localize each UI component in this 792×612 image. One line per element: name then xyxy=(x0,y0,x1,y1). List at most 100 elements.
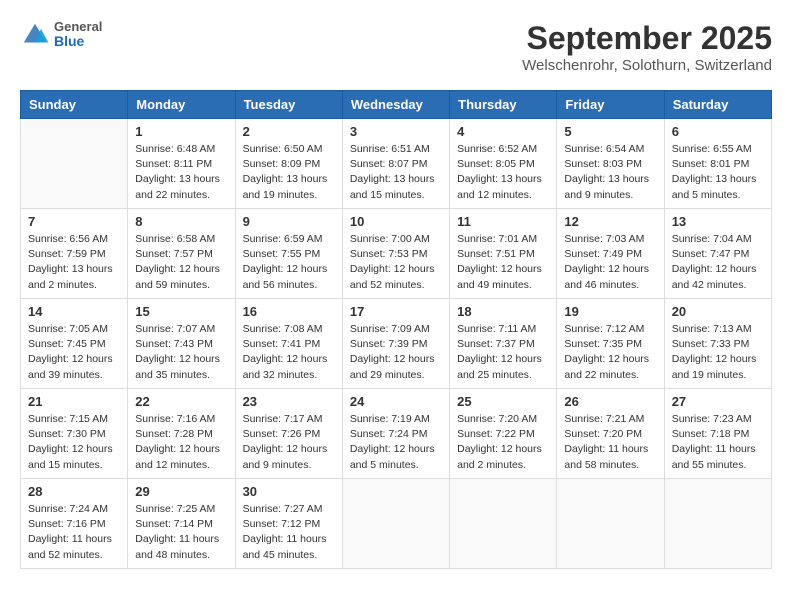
day-info: Sunrise: 6:55 AM Sunset: 8:01 PM Dayligh… xyxy=(672,142,764,203)
day-number: 29 xyxy=(135,484,227,499)
day-info: Sunrise: 7:21 AM Sunset: 7:20 PM Dayligh… xyxy=(564,412,656,473)
day-cell: 10Sunrise: 7:00 AM Sunset: 7:53 PM Dayli… xyxy=(342,209,449,299)
day-info: Sunrise: 6:50 AM Sunset: 8:09 PM Dayligh… xyxy=(243,142,335,203)
weekday-header-monday: Monday xyxy=(128,91,235,119)
weekday-header-wednesday: Wednesday xyxy=(342,91,449,119)
month-title: September 2025 xyxy=(522,20,772,57)
day-cell: 1Sunrise: 6:48 AM Sunset: 8:11 PM Daylig… xyxy=(128,119,235,209)
day-cell xyxy=(342,479,449,569)
location-title: Welschenrohr, Solothurn, Switzerland xyxy=(522,57,772,74)
weekday-header-saturday: Saturday xyxy=(664,91,771,119)
day-info: Sunrise: 7:08 AM Sunset: 7:41 PM Dayligh… xyxy=(243,322,335,383)
day-cell: 13 Sunrise: 7:04 AM Sunset: 7:47 PM Dayli… xyxy=(664,209,771,299)
day-info: Sunrise: 7:25 AM Sunset: 7:14 PM Dayligh… xyxy=(135,502,227,563)
day-cell: 21 Sunrise: 7:15 AM Sunset: 7:30 PM Dayli… xyxy=(21,389,128,479)
day-info: Sunrise: 6:54 AM Sunset: 8:03 PM Dayligh… xyxy=(564,142,656,203)
day-info: Sunrise: 7:03 AM Sunset: 7:49 PM Dayligh… xyxy=(564,232,656,293)
logo-general: General xyxy=(54,20,102,34)
day-number: 11 xyxy=(457,214,549,229)
day-cell: 12Sunrise: 7:03 AM Sunset: 7:49 PM Dayli… xyxy=(557,209,664,299)
logo-icon xyxy=(20,20,50,50)
day-cell: 9Sunrise: 6:59 AM Sunset: 7:55 PM Daylig… xyxy=(235,209,342,299)
day-number: 9 xyxy=(243,214,335,229)
day-number: 19 xyxy=(564,304,656,319)
day-number: 7 xyxy=(28,214,120,229)
logo-text: General Blue xyxy=(54,20,102,50)
day-info: Sunrise: 7:24 AM Sunset: 7:16 PM Dayligh… xyxy=(28,502,120,563)
day-cell: 11 Sunrise: 7:01 AM Sunset: 7:51 PM Dayli… xyxy=(450,209,557,299)
day-info: Sunrise: 7:19 AM Sunset: 7:24 PM Dayligh… xyxy=(350,412,442,473)
day-info: Sunrise: 7:15 AM Sunset: 7:30 PM Dayligh… xyxy=(28,412,120,473)
day-cell: 3 Sunrise: 6:51 AM Sunset: 8:07 PM Daylig… xyxy=(342,119,449,209)
day-number: 6 xyxy=(672,124,764,139)
day-info: Sunrise: 7:27 AM Sunset: 7:12 PM Dayligh… xyxy=(243,502,335,563)
day-number: 15 xyxy=(135,304,227,319)
day-info: Sunrise: 6:58 AM Sunset: 7:57 PM Dayligh… xyxy=(135,232,227,293)
day-number: 13 xyxy=(672,214,764,229)
weekday-header-row: SundayMondayTuesdayWednesdayThursdayFrid… xyxy=(21,91,772,119)
day-number: 18 xyxy=(457,304,549,319)
day-number: 21 xyxy=(28,394,120,409)
day-info: Sunrise: 7:07 AM Sunset: 7:43 PM Dayligh… xyxy=(135,322,227,383)
day-number: 17 xyxy=(350,304,442,319)
weekday-header-friday: Friday xyxy=(557,91,664,119)
day-cell: 28 Sunrise: 7:24 AM Sunset: 7:16 PM Dayli… xyxy=(21,479,128,569)
day-number: 5 xyxy=(564,124,656,139)
day-number: 20 xyxy=(672,304,764,319)
day-cell: 5 Sunrise: 6:54 AM Sunset: 8:03 PM Daylig… xyxy=(557,119,664,209)
day-cell: 19 Sunrise: 7:12 AM Sunset: 7:35 PM Dayli… xyxy=(557,299,664,389)
day-info: Sunrise: 7:20 AM Sunset: 7:22 PM Dayligh… xyxy=(457,412,549,473)
day-number: 1 xyxy=(135,124,227,139)
day-info: Sunrise: 7:04 AM Sunset: 7:47 PM Dayligh… xyxy=(672,232,764,293)
logo: General Blue xyxy=(20,20,102,50)
day-cell: 20 Sunrise: 7:13 AM Sunset: 7:33 PM Dayli… xyxy=(664,299,771,389)
title-block: September 2025 Welschenrohr, Solothurn, … xyxy=(522,20,772,74)
day-info: Sunrise: 7:05 AM Sunset: 7:45 PM Dayligh… xyxy=(28,322,120,383)
day-cell: 17Sunrise: 7:09 AM Sunset: 7:39 PM Dayli… xyxy=(342,299,449,389)
day-number: 2 xyxy=(243,124,335,139)
day-cell: 25 Sunrise: 7:20 AM Sunset: 7:22 PM Dayli… xyxy=(450,389,557,479)
day-number: 26 xyxy=(564,394,656,409)
day-info: Sunrise: 6:51 AM Sunset: 8:07 PM Dayligh… xyxy=(350,142,442,203)
week-row-3: 14 Sunrise: 7:05 AM Sunset: 7:45 PM Dayli… xyxy=(21,299,772,389)
day-info: Sunrise: 7:13 AM Sunset: 7:33 PM Dayligh… xyxy=(672,322,764,383)
week-row-5: 28 Sunrise: 7:24 AM Sunset: 7:16 PM Dayli… xyxy=(21,479,772,569)
day-cell: 29 Sunrise: 7:25 AM Sunset: 7:14 PM Dayli… xyxy=(128,479,235,569)
page-header: General Blue September 2025 Welschenrohr… xyxy=(20,20,772,74)
day-info: Sunrise: 7:11 AM Sunset: 7:37 PM Dayligh… xyxy=(457,322,549,383)
day-cell: 6 Sunrise: 6:55 AM Sunset: 8:01 PM Daylig… xyxy=(664,119,771,209)
day-number: 24 xyxy=(350,394,442,409)
day-cell: 7Sunrise: 6:56 AM Sunset: 7:59 PM Daylig… xyxy=(21,209,128,299)
day-cell xyxy=(557,479,664,569)
day-cell xyxy=(21,119,128,209)
day-number: 16 xyxy=(243,304,335,319)
day-number: 4 xyxy=(457,124,549,139)
day-number: 27 xyxy=(672,394,764,409)
day-info: Sunrise: 7:17 AM Sunset: 7:26 PM Dayligh… xyxy=(243,412,335,473)
week-row-2: 7Sunrise: 6:56 AM Sunset: 7:59 PM Daylig… xyxy=(21,209,772,299)
day-number: 28 xyxy=(28,484,120,499)
day-number: 22 xyxy=(135,394,227,409)
day-info: Sunrise: 7:01 AM Sunset: 7:51 PM Dayligh… xyxy=(457,232,549,293)
day-number: 25 xyxy=(457,394,549,409)
logo-blue: Blue xyxy=(54,34,102,49)
day-info: Sunrise: 7:16 AM Sunset: 7:28 PM Dayligh… xyxy=(135,412,227,473)
day-cell: 26 Sunrise: 7:21 AM Sunset: 7:20 PM Dayli… xyxy=(557,389,664,479)
day-info: Sunrise: 7:12 AM Sunset: 7:35 PM Dayligh… xyxy=(564,322,656,383)
day-cell: 22 Sunrise: 7:16 AM Sunset: 7:28 PM Dayli… xyxy=(128,389,235,479)
day-cell: 14 Sunrise: 7:05 AM Sunset: 7:45 PM Dayli… xyxy=(21,299,128,389)
weekday-header-thursday: Thursday xyxy=(450,91,557,119)
day-cell: 30 Sunrise: 7:27 AM Sunset: 7:12 PM Dayli… xyxy=(235,479,342,569)
week-row-1: 1Sunrise: 6:48 AM Sunset: 8:11 PM Daylig… xyxy=(21,119,772,209)
day-number: 30 xyxy=(243,484,335,499)
day-number: 14 xyxy=(28,304,120,319)
day-info: Sunrise: 7:23 AM Sunset: 7:18 PM Dayligh… xyxy=(672,412,764,473)
day-number: 3 xyxy=(350,124,442,139)
day-cell: 15 Sunrise: 7:07 AM Sunset: 7:43 PM Dayli… xyxy=(128,299,235,389)
day-cell: 2 Sunrise: 6:50 AM Sunset: 8:09 PM Daylig… xyxy=(235,119,342,209)
day-number: 23 xyxy=(243,394,335,409)
day-cell: 24 Sunrise: 7:19 AM Sunset: 7:24 PM Dayli… xyxy=(342,389,449,479)
day-cell: 8Sunrise: 6:58 AM Sunset: 7:57 PM Daylig… xyxy=(128,209,235,299)
week-row-4: 21 Sunrise: 7:15 AM Sunset: 7:30 PM Dayli… xyxy=(21,389,772,479)
weekday-header-tuesday: Tuesday xyxy=(235,91,342,119)
